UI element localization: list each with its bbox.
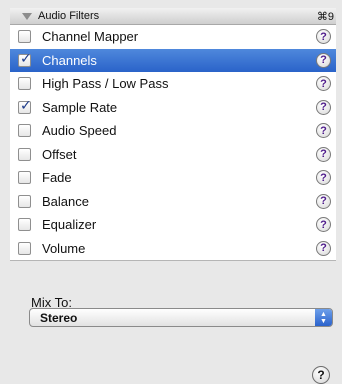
audio-filters-panel: Audio Filters ⌘9 Channel Mapper ? ✓ Chan… xyxy=(10,8,336,384)
checkbox[interactable] xyxy=(18,77,31,91)
help-icon[interactable]: ? xyxy=(316,52,331,68)
help-icon[interactable]: ? xyxy=(316,240,331,256)
filter-row-channels[interactable]: ✓ Channels ? xyxy=(10,48,336,72)
help-icon[interactable]: ? xyxy=(316,217,331,233)
help-icon[interactable]: ? xyxy=(316,123,331,139)
filter-row-audio-speed[interactable]: Audio Speed ? xyxy=(10,119,336,143)
checkmark-icon: ✓ xyxy=(20,96,32,113)
filter-label: Volume xyxy=(42,240,86,256)
filter-row-equalizer[interactable]: Equalizer ? xyxy=(10,213,336,237)
help-icon[interactable]: ? xyxy=(316,193,331,209)
keyboard-shortcut: ⌘9 xyxy=(316,10,334,23)
disclosure-triangle-icon[interactable] xyxy=(22,12,32,20)
help-icon[interactable]: ? xyxy=(316,29,331,45)
filter-row-sample-rate[interactable]: ✓ Sample Rate ? xyxy=(10,96,336,120)
help-icon[interactable]: ? xyxy=(316,99,331,115)
filter-label: Balance xyxy=(42,193,89,209)
checkbox[interactable]: ✓ xyxy=(18,49,32,67)
help-icon[interactable]: ? xyxy=(316,170,331,186)
checkbox[interactable]: ✓ xyxy=(18,96,32,114)
filter-row-balance[interactable]: Balance ? xyxy=(10,190,336,214)
section-header[interactable]: Audio Filters ⌘9 xyxy=(10,8,336,25)
divider xyxy=(10,260,336,261)
section-title: Audio Filters xyxy=(38,10,100,22)
filter-list: Channel Mapper ? ✓ Channels ? High Pass … xyxy=(10,25,336,260)
filter-label: High Pass / Low Pass xyxy=(42,76,169,92)
mix-to-value: Stereo xyxy=(40,310,78,325)
filter-label: Audio Speed xyxy=(42,123,117,139)
checkmark-icon: ✓ xyxy=(20,49,32,66)
mix-to-select[interactable]: Stereo ▲ ▼ xyxy=(29,308,333,327)
checkbox[interactable] xyxy=(18,218,31,232)
filter-row-channel-mapper[interactable]: Channel Mapper ? xyxy=(10,25,336,49)
filter-label: Fade xyxy=(42,170,72,186)
checkbox[interactable] xyxy=(18,241,31,255)
help-button[interactable]: ? xyxy=(312,366,330,384)
help-icon[interactable]: ? xyxy=(316,76,331,92)
filter-row-fade[interactable]: Fade ? xyxy=(10,166,336,190)
filter-label: Sample Rate xyxy=(42,99,118,115)
checkbox[interactable] xyxy=(18,147,31,161)
checkbox[interactable] xyxy=(18,124,31,138)
filter-row-volume[interactable]: Volume ? xyxy=(10,237,336,261)
filter-row-offset[interactable]: Offset ? xyxy=(10,143,336,167)
filter-label: Channel Mapper xyxy=(42,29,139,45)
filter-label: Channels xyxy=(42,52,97,68)
checkbox[interactable] xyxy=(18,171,31,185)
checkbox[interactable] xyxy=(18,194,31,208)
help-icon[interactable]: ? xyxy=(316,146,331,162)
filter-label: Offset xyxy=(42,146,77,162)
filter-label: Equalizer xyxy=(42,217,97,233)
filter-row-high-pass-low-pass[interactable]: High Pass / Low Pass ? xyxy=(10,72,336,96)
checkbox[interactable] xyxy=(18,30,31,44)
popup-arrows-icon: ▲ ▼ xyxy=(315,309,332,326)
